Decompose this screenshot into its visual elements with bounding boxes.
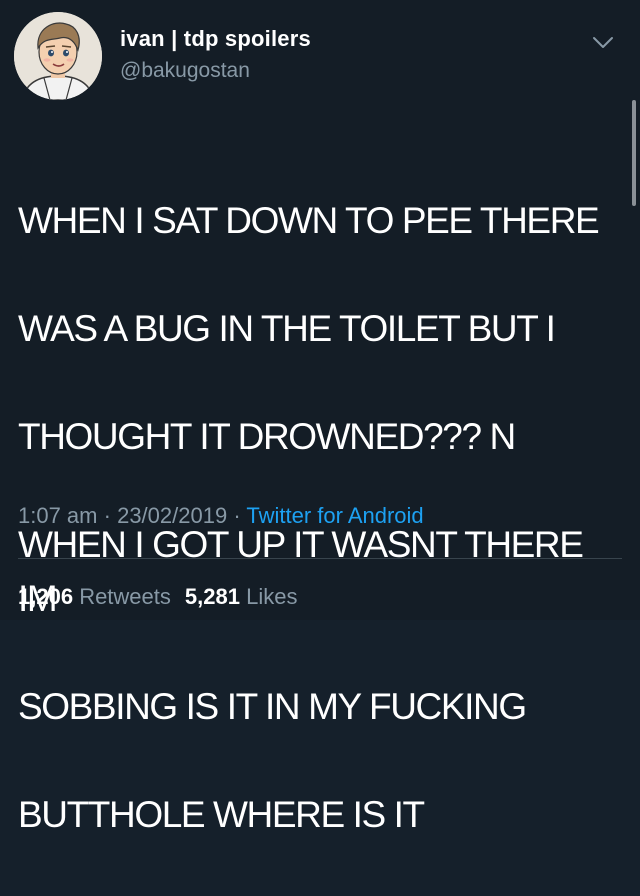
avatar-illustration-icon (14, 12, 102, 100)
tweet-stats: 1,206 Retweets 5,281 Likes (18, 584, 297, 610)
chevron-down-icon[interactable] (591, 33, 615, 51)
tweet-time[interactable]: 1:07 am (18, 503, 98, 528)
tweet-text-line: SOBBING IS IT IN MY FUCKING (18, 686, 527, 727)
user-avatar[interactable] (14, 12, 102, 100)
retweets-count: 1,206 (18, 584, 74, 609)
likes-label: Likes (246, 584, 298, 609)
tweet-text-line: WAS A BUG IN THE TOILET BUT I (18, 308, 556, 349)
divider (18, 558, 622, 559)
retweets-label: Retweets (79, 584, 171, 609)
tweet-text-line: WHEN I SAT DOWN TO PEE THERE (18, 200, 600, 241)
scrollbar[interactable] (632, 100, 636, 206)
tweet-metadata: 1:07 am · 23/02/2019 · Twitter for Andro… (18, 503, 424, 529)
author-handle[interactable]: @bakugostan (120, 59, 250, 83)
tweet-date[interactable]: 23/02/2019 (117, 503, 227, 528)
tweet-card: ivan | tdp spoilers @bakugostan WHEN I S… (0, 0, 640, 835)
meta-separator: · (103, 503, 111, 528)
tweet-text-line: BUTTHOLE WHERE IS IT (18, 794, 425, 835)
likes-stat[interactable]: 5,281 Likes (185, 584, 298, 609)
author-display-name[interactable]: ivan | tdp spoilers (120, 26, 311, 52)
likes-count: 5,281 (184, 584, 240, 609)
tweet-source-link[interactable]: Twitter for Android (246, 503, 423, 528)
tweet-text-line: THOUGHT IT DROWNED??? N (18, 416, 516, 457)
meta-separator: · (233, 503, 241, 528)
retweets-stat[interactable]: 1,206 Retweets (18, 584, 171, 609)
